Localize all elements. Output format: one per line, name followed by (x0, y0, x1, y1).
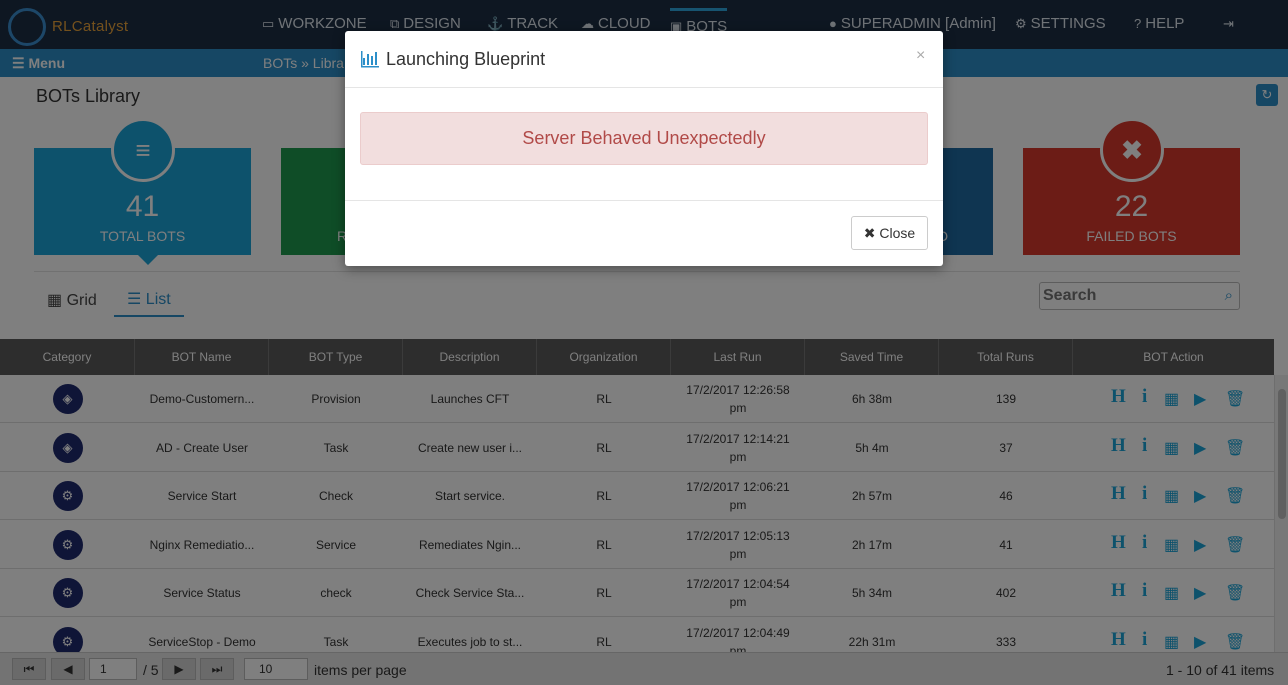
modal-footer-divider (345, 200, 943, 201)
close-button[interactable]: ✖ Close (851, 216, 928, 250)
modal-close-icon[interactable]: × (916, 47, 925, 65)
close-icon: ✖ (863, 225, 876, 241)
modal-title: Launching Blueprint (386, 49, 546, 69)
close-button-label: Close (879, 225, 916, 241)
error-alert: Server Behaved Unexpectedly (360, 112, 928, 165)
bar-chart-icon (361, 51, 379, 68)
launch-blueprint-modal: Launching Blueprint × Server Behaved Une… (345, 31, 943, 266)
modal-header: Launching Blueprint × (345, 31, 943, 88)
